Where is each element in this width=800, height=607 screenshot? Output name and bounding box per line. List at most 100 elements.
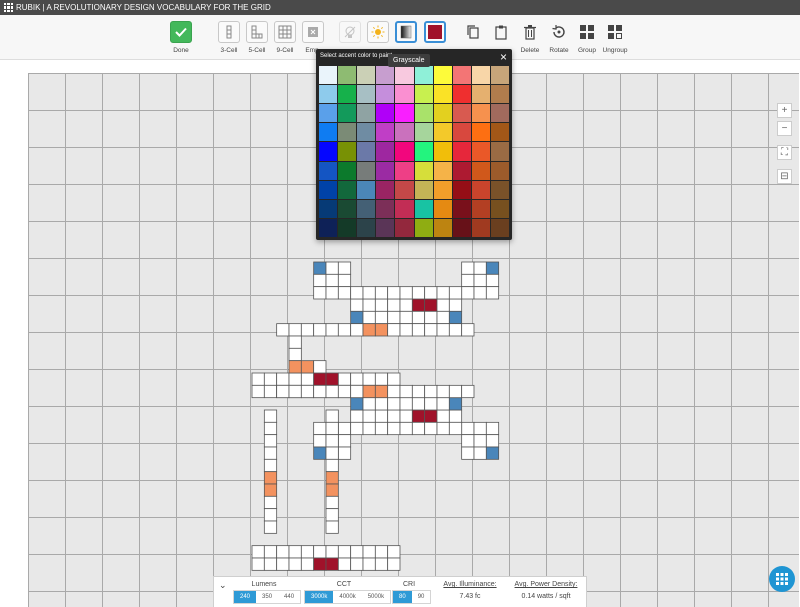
light-cell[interactable]: [350, 298, 364, 312]
color-swatch[interactable]: [395, 161, 414, 180]
light-cell[interactable]: [263, 434, 278, 448]
color-swatch[interactable]: [338, 218, 357, 237]
color-swatch[interactable]: [338, 104, 357, 123]
light-cell[interactable]: [448, 409, 463, 423]
light-cell[interactable]: [300, 557, 315, 571]
cct-option-3000k[interactable]: 3000k: [305, 591, 334, 603]
copy-button[interactable]: [462, 21, 484, 43]
five-cell-button[interactable]: [246, 21, 268, 43]
light-cell[interactable]: [313, 273, 327, 288]
color-swatch[interactable]: [395, 66, 414, 85]
cri-option-90[interactable]: 90: [411, 591, 431, 603]
color-swatch[interactable]: [433, 180, 452, 199]
light-cell[interactable]: [350, 384, 364, 399]
light-cell[interactable]: [461, 273, 475, 288]
light-cell[interactable]: [325, 273, 339, 288]
color-swatch[interactable]: [319, 161, 338, 180]
light-cell[interactable]: [461, 434, 475, 448]
color-swatch[interactable]: [395, 123, 414, 142]
collapse-chevron-icon[interactable]: ⌄: [219, 580, 227, 591]
lumens-option-350[interactable]: 350: [256, 591, 279, 603]
light-cell[interactable]: [325, 409, 339, 423]
light-cell[interactable]: [387, 421, 401, 436]
light-cell[interactable]: [325, 545, 339, 559]
light-cell[interactable]: [263, 372, 278, 386]
color-swatch[interactable]: [376, 180, 395, 199]
nine-cell-button[interactable]: [274, 21, 296, 43]
light-cell[interactable]: [374, 323, 389, 337]
light-cell[interactable]: [325, 508, 339, 522]
color-swatch[interactable]: [357, 142, 376, 161]
light-cell[interactable]: [399, 384, 413, 399]
color-swatch[interactable]: [490, 104, 509, 123]
light-cell[interactable]: [288, 372, 302, 386]
color-swatch[interactable]: [433, 218, 452, 237]
light-cell[interactable]: [263, 458, 278, 473]
color-swatch[interactable]: [452, 66, 471, 85]
light-cell[interactable]: [325, 557, 339, 571]
light-cell[interactable]: [362, 323, 376, 337]
light-cell[interactable]: [350, 323, 364, 337]
done-button[interactable]: [170, 21, 192, 43]
color-swatch[interactable]: [452, 161, 471, 180]
light-cell[interactable]: [362, 298, 376, 312]
light-cell[interactable]: [374, 310, 389, 325]
light-cell[interactable]: [436, 298, 450, 312]
color-swatch[interactable]: [357, 199, 376, 218]
light-cell[interactable]: [337, 557, 352, 571]
light-cell[interactable]: [325, 323, 339, 337]
light-cell[interactable]: [362, 372, 376, 386]
light-cell[interactable]: [263, 495, 278, 510]
color-swatch[interactable]: [452, 142, 471, 161]
light-cell[interactable]: [263, 520, 278, 534]
light-cell[interactable]: [387, 557, 401, 571]
light-cell[interactable]: [448, 397, 463, 411]
color-swatch[interactable]: [376, 123, 395, 142]
color-swatch[interactable]: [471, 104, 490, 123]
light-cell[interactable]: [325, 261, 339, 275]
light-cell[interactable]: [387, 372, 401, 386]
light-cell[interactable]: [448, 310, 463, 325]
light-cell[interactable]: [473, 286, 487, 300]
color-swatch[interactable]: [395, 104, 414, 123]
color-swatch[interactable]: [395, 218, 414, 237]
light-cell[interactable]: [288, 347, 302, 362]
light-cell[interactable]: [411, 298, 426, 312]
light-cell[interactable]: [325, 483, 339, 497]
light-cell[interactable]: [337, 323, 352, 337]
light-cell[interactable]: [300, 372, 315, 386]
color-swatch[interactable]: [414, 180, 433, 199]
light-cell[interactable]: [374, 298, 389, 312]
light-cell[interactable]: [276, 323, 290, 337]
light-cell[interactable]: [251, 557, 265, 571]
light-cell[interactable]: [485, 286, 500, 300]
color-swatch[interactable]: [357, 104, 376, 123]
light-cell[interactable]: [263, 557, 278, 571]
light-cell[interactable]: [313, 557, 327, 571]
light-cell[interactable]: [473, 421, 487, 436]
color-swatch[interactable]: [471, 180, 490, 199]
light-cell[interactable]: [374, 397, 389, 411]
light-cell[interactable]: [362, 557, 376, 571]
color-swatch[interactable]: [471, 85, 490, 104]
lumens-option-440[interactable]: 440: [278, 591, 301, 603]
lumens-option-240[interactable]: 240: [234, 591, 257, 603]
light-cell[interactable]: [436, 409, 450, 423]
light-cell[interactable]: [325, 434, 339, 448]
light-cell[interactable]: [448, 384, 463, 399]
light-cell[interactable]: [251, 384, 265, 399]
light-cell[interactable]: [276, 557, 290, 571]
ungroup-button[interactable]: [604, 21, 626, 43]
color-swatch[interactable]: [490, 199, 509, 218]
light-cell[interactable]: [473, 273, 487, 288]
color-swatch[interactable]: [376, 161, 395, 180]
light-cell[interactable]: [350, 286, 364, 300]
fit-to-screen-button[interactable]: ⛶: [777, 145, 792, 160]
light-cell[interactable]: [424, 298, 438, 312]
color-swatch[interactable]: [338, 85, 357, 104]
light-cell[interactable]: [485, 261, 500, 275]
light-cell[interactable]: [325, 520, 339, 534]
color-swatch[interactable]: [414, 142, 433, 161]
light-cell[interactable]: [350, 397, 364, 411]
light-cell[interactable]: [461, 421, 475, 436]
